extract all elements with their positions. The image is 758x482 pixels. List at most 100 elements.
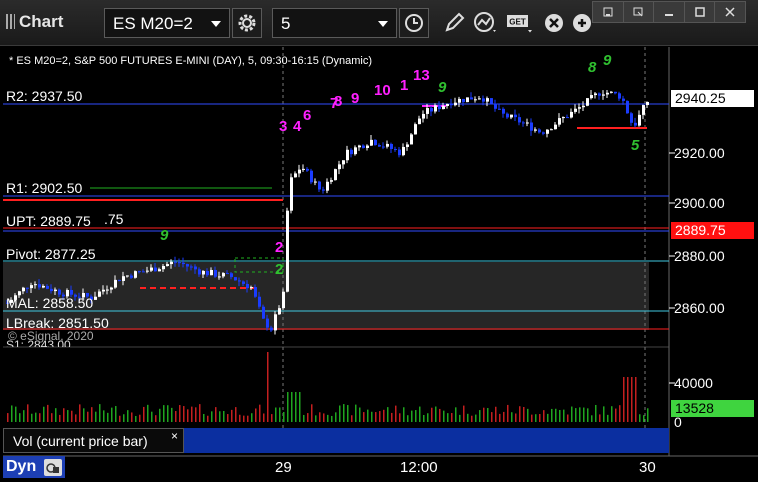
volume-bar (439, 408, 441, 422)
candle-body (226, 273, 229, 275)
volume-bar (547, 413, 549, 422)
volume-bar (339, 405, 341, 422)
volume-bar (475, 414, 477, 422)
candle-body (362, 145, 365, 148)
lock-glyph-icon (46, 462, 59, 473)
volume-bar (531, 414, 533, 422)
time-axis-label: 12:00 (400, 459, 438, 476)
volume-bar (351, 415, 353, 422)
candle-body (402, 146, 405, 156)
volume-bar (647, 408, 649, 422)
candle-body (158, 269, 161, 272)
volume-bar (127, 410, 129, 422)
volume-bar (91, 407, 93, 422)
volume-bar (179, 405, 181, 422)
volume-bar (47, 404, 49, 422)
upt-label: UPT: 2889.75 (6, 213, 91, 229)
volume-bar (199, 404, 201, 422)
volume-bar (187, 409, 189, 422)
volume-bar (59, 414, 61, 422)
volume-bar (23, 410, 25, 422)
upt-extra-label: .75 (104, 211, 124, 227)
candle-body (22, 287, 25, 292)
seq-label: 4 (293, 118, 302, 135)
volume-bar (535, 414, 537, 422)
price-axis-label: 2900.00 (674, 195, 725, 211)
volume-bar (307, 413, 309, 422)
candle-body (430, 108, 433, 112)
candle-body (330, 180, 333, 182)
volume-bar (359, 407, 361, 422)
candle-body (142, 271, 145, 273)
volume-panel-title[interactable]: Vol (current price bar) (3, 428, 184, 453)
candle-body (290, 177, 293, 211)
time-axis-label: 29 (275, 459, 292, 476)
candle-body (302, 168, 305, 170)
volume-bar (383, 409, 385, 422)
volume-bar (139, 414, 141, 422)
price-axis-label: 2860.00 (674, 300, 725, 316)
volume-bar (487, 408, 489, 422)
volume-bar (399, 413, 401, 422)
lock-icon[interactable] (44, 459, 62, 476)
candle-body (510, 114, 513, 118)
price-chart[interactable]: 2 3 4 6 7 8 9 10 1 13 5 9 9 8 9 2 (0, 0, 758, 482)
volume-bar (471, 415, 473, 422)
volume-bar (563, 409, 565, 422)
volume-bar (455, 407, 457, 422)
candle-body (414, 124, 417, 135)
volume-bar (579, 407, 581, 422)
r1-label: R1: 2902.50 (6, 180, 83, 196)
candle-body (106, 289, 109, 291)
volume-bar (511, 412, 513, 422)
candle-body (570, 111, 573, 118)
volume-bar (175, 411, 177, 422)
candle-body (38, 284, 41, 288)
candle-body (438, 105, 441, 110)
volume-bar (183, 406, 185, 422)
candle-body (190, 266, 193, 268)
volume-bar (267, 352, 269, 422)
candle-body (222, 273, 225, 277)
candle-body (558, 118, 561, 125)
volume-bar (255, 408, 257, 422)
candle-body (230, 273, 233, 278)
volume-bar (331, 415, 333, 422)
volume-bar (527, 408, 529, 422)
candle-body (478, 98, 481, 100)
volume-bar (387, 407, 389, 422)
candle-body (338, 164, 341, 170)
candle-body (626, 100, 629, 114)
candle-body (406, 144, 409, 147)
volume-bar (67, 410, 69, 422)
volume-bar (223, 410, 225, 422)
volume-bar (83, 408, 85, 422)
volume-bar (283, 411, 285, 422)
candle-body (538, 129, 541, 133)
candle-body (250, 287, 253, 289)
candle-body (94, 296, 97, 300)
candle-body (634, 122, 637, 126)
chart-header: * ES M20=2, S&P 500 FUTURES E-MINI (DAY)… (9, 55, 373, 67)
candle-body (506, 113, 509, 118)
candle-body (574, 108, 577, 112)
volume-bar (415, 410, 417, 422)
volume-bar (147, 404, 149, 422)
candle-body (550, 129, 553, 131)
candle-body (602, 94, 605, 96)
close-icon[interactable]: × (171, 429, 178, 443)
seq-label: 5 (631, 137, 640, 154)
volume-bar (571, 406, 573, 422)
volume-bar (503, 411, 505, 422)
candle-body (134, 271, 137, 278)
volume-bar (219, 411, 221, 422)
candle-body (298, 169, 301, 174)
candle-body (314, 181, 317, 183)
candle-body (394, 148, 397, 150)
volume-last-badge: 13528 (671, 400, 754, 417)
last-price-badge: 2940.25 (671, 90, 754, 107)
candle-body (278, 308, 281, 315)
candle-body (502, 108, 505, 114)
candle-body (258, 296, 261, 307)
candle-body (630, 113, 633, 123)
